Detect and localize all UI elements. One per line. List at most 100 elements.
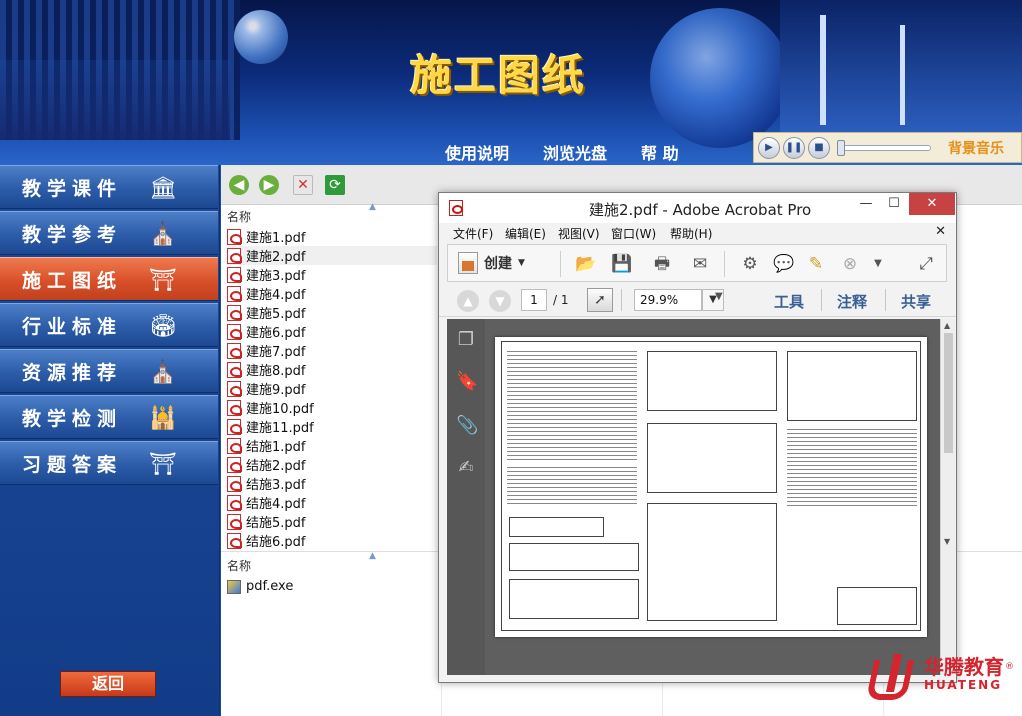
toolbar-separator (724, 251, 725, 277)
menu-browse-disc[interactable]: 浏览光盘 (543, 140, 607, 164)
list-item[interactable]: 建施7.pdf (227, 341, 437, 360)
sidebar-item-label: 行业标准 (22, 315, 123, 338)
previous-page-icon[interactable]: ▲ (457, 290, 479, 312)
menu-view[interactable]: 视图(V) (558, 225, 600, 242)
list-item[interactable]: 结施6.pdf (227, 531, 437, 550)
email-icon[interactable]: ✉ (688, 252, 712, 276)
seek-slider-knob[interactable] (837, 139, 845, 156)
sidebar-item-resources[interactable]: 资源推荐 ⛪ (0, 349, 218, 393)
close-button[interactable]: ✕ (909, 193, 955, 215)
pages-thumbnail-icon[interactable]: ❐ (456, 329, 476, 351)
list-item[interactable]: 建施6.pdf (227, 322, 437, 341)
zoom-input[interactable]: 29.9% (634, 289, 702, 311)
create-label: 创建 (484, 256, 512, 272)
menu-help-guide[interactable]: 使用说明 (445, 140, 509, 164)
list-item[interactable]: 建施8.pdf (227, 360, 437, 379)
list-item[interactable]: 结施1.pdf (227, 436, 437, 455)
maximize-button[interactable]: ☐ (879, 193, 909, 215)
highlight-icon[interactable]: ✎ (804, 252, 828, 276)
pdf-page (495, 337, 927, 637)
file-name: 建施5.pdf (246, 307, 306, 322)
list-item[interactable]: 建施3.pdf (227, 265, 437, 284)
play-button[interactable]: ▶ (758, 136, 780, 159)
list-item[interactable]: 建施2.pdf (227, 246, 437, 265)
vertical-scrollbar[interactable]: ▲ ▼ (940, 319, 956, 675)
save-icon[interactable]: 💾 (610, 252, 634, 276)
open-folder-icon[interactable]: 📂 (574, 252, 598, 276)
back-button[interactable]: 返回 (60, 671, 156, 697)
print-icon[interactable]: 🖶 (650, 252, 674, 276)
pause-button[interactable]: ❚❚ (783, 136, 805, 159)
panel-comment[interactable]: 注释 (837, 291, 867, 312)
file-name: 结施4.pdf (246, 497, 306, 512)
list-item[interactable]: 结施2.pdf (227, 455, 437, 474)
sidebar-item-drawings[interactable]: 施工图纸 ⛩ (0, 257, 218, 301)
document-viewport[interactable] (485, 319, 940, 675)
menu-help[interactable]: 帮助(H) (670, 225, 712, 242)
refresh-icon[interactable]: ⟳ (325, 175, 345, 195)
toolbar-separator (821, 289, 822, 311)
drawing-table (509, 579, 639, 619)
select-cursor-icon[interactable]: ➚ (587, 288, 613, 312)
classical-building-icon: 🏛 (149, 175, 177, 201)
sort-arrow-icon[interactable]: ▲ (369, 202, 376, 212)
create-button[interactable]: 创建 ▼ (458, 252, 525, 274)
list-item[interactable]: 结施5.pdf (227, 512, 437, 531)
seek-slider[interactable] (837, 139, 931, 156)
menu-file[interactable]: 文件(F) (453, 225, 493, 242)
sidebar-item-reference[interactable]: 教学参考 ⛪ (0, 211, 218, 255)
delete-page-icon[interactable]: ⊗ (838, 252, 862, 276)
menu-window[interactable]: 窗口(W) (611, 225, 656, 242)
attachment-icon[interactable]: 📎 (456, 415, 478, 437)
sidebar-item-courseware[interactable]: 教学课件 🏛 (0, 165, 218, 209)
column-header-name[interactable]: 名称 (227, 208, 251, 225)
column-header-name[interactable]: 名称 (227, 557, 251, 574)
sidebar-item-standards[interactable]: 行业标准 🏟 (0, 303, 218, 347)
signature-icon[interactable]: ✍ (456, 457, 476, 479)
list-item[interactable]: 建施1.pdf (227, 227, 437, 246)
acrobat-menubar: 文件(F) 编辑(E) 视图(V) 窗口(W) 帮助(H) ✕ (439, 223, 956, 243)
page-number-input[interactable]: 1 (521, 289, 547, 311)
panel-tools[interactable]: 工具 (774, 291, 804, 312)
delete-icon[interactable]: ✕ (293, 175, 313, 195)
scroll-up-icon[interactable]: ▲ (944, 321, 950, 330)
fullscreen-icon[interactable]: ⤢ (914, 252, 938, 276)
sidebar-item-testing[interactable]: 教学检测 🕌 (0, 395, 218, 439)
minimize-button[interactable]: — (851, 193, 881, 215)
banner-bridge-image (780, 0, 1022, 135)
file-name: 结施2.pdf (246, 459, 306, 474)
chevron-down-icon[interactable]: ▼ (866, 252, 890, 276)
drawing-table (787, 351, 917, 421)
document-close-icon[interactable]: ✕ (935, 224, 946, 239)
stop-button[interactable]: ■ (808, 136, 830, 159)
sidebar-item-label: 习题答案 (22, 453, 123, 476)
sidebar-item-label: 资源推荐 (22, 361, 123, 384)
comment-icon[interactable]: 💬 (772, 252, 796, 276)
menu-edit[interactable]: 编辑(E) (505, 225, 546, 242)
pdf-file-icon (227, 475, 242, 492)
scroll-thumb[interactable] (944, 333, 953, 453)
menu-help[interactable]: 帮 助 (641, 140, 679, 164)
next-page-icon[interactable]: ▼ (489, 290, 511, 312)
more-tools-icon[interactable]: ▼ (715, 291, 723, 302)
list-item[interactable]: 结施4.pdf (227, 493, 437, 512)
bookmark-icon[interactable]: 🔖 (456, 371, 478, 393)
sidebar-item-answers[interactable]: 习题答案 ⛩ (0, 441, 218, 485)
list-item[interactable]: 建施11.pdf (227, 417, 437, 436)
acrobat-toolbar: 创建 ▼ 📂 💾 🖶 ✉ ⚙ 💬 ✎ ⊗ ▼ ⤢ (447, 244, 947, 282)
pdf-file-icon (227, 342, 242, 359)
gear-icon[interactable]: ⚙ (738, 252, 762, 276)
scroll-down-icon[interactable]: ▼ (944, 537, 950, 546)
list-item[interactable]: 建施10.pdf (227, 398, 437, 417)
forward-arrow-icon[interactable]: ▶ (259, 175, 279, 195)
panel-share[interactable]: 共享 (901, 291, 931, 312)
back-arrow-icon[interactable]: ◀ (229, 175, 249, 195)
drawing-table (647, 423, 777, 493)
list-item[interactable]: 建施4.pdf (227, 284, 437, 303)
sort-arrow-icon[interactable]: ▲ (369, 551, 376, 561)
list-item[interactable]: 建施5.pdf (227, 303, 437, 322)
list-item[interactable]: pdf.exe (227, 577, 293, 596)
cathedral-icon: ⛪ (149, 359, 177, 385)
list-item[interactable]: 结施3.pdf (227, 474, 437, 493)
list-item[interactable]: 建施9.pdf (227, 379, 437, 398)
